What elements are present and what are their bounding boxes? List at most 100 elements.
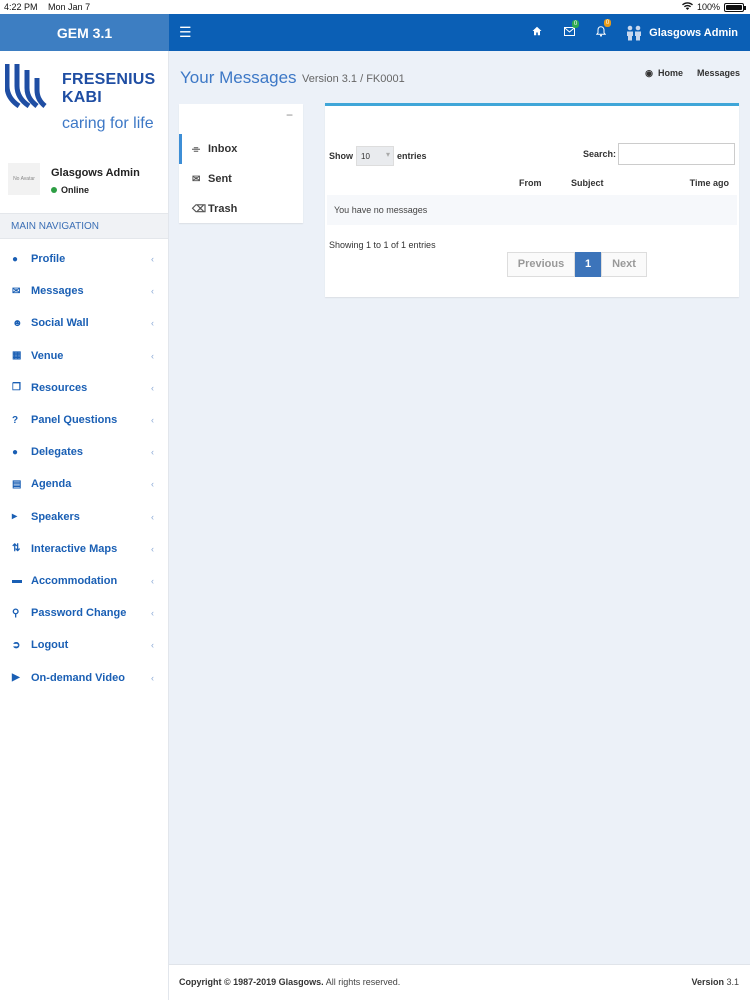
status-date: Mon Jan 7: [48, 2, 91, 12]
chevron-left-icon: ‹: [151, 608, 154, 619]
building-icon: ▦: [12, 350, 22, 362]
column-subject[interactable]: Subject: [571, 178, 604, 188]
notifications-badge: 0: [603, 18, 612, 27]
messages-nav-icon[interactable]: 0: [553, 19, 585, 39]
column-time-ago[interactable]: Time ago: [690, 178, 729, 188]
envelope-icon: ✉: [12, 285, 21, 297]
version-value: 3.1: [723, 977, 739, 987]
inbox-icon: ⌯: [192, 143, 200, 155]
sidebar-item-agenda[interactable]: ▤ Agenda ‹: [0, 468, 168, 500]
dashboard-icon: ◉: [645, 68, 653, 78]
page-title: Your Messages: [180, 68, 297, 87]
folder-list: ⌯ Inbox ✉ Sent ⌫ Trash: [179, 134, 303, 224]
ios-status-bar: 4:22 PM Mon Jan 7 100%: [0, 0, 750, 14]
sidebar-item-social-wall[interactable]: ☻ Social Wall ‹: [0, 307, 168, 339]
footer-version: Version 3.1: [691, 977, 739, 987]
copyright-bold: Copyright © 1987-2019 Glasgows.: [179, 977, 324, 987]
chevron-left-icon: ‹: [151, 640, 154, 651]
pagination: Previous 1 Next: [507, 252, 647, 277]
breadcrumb-home[interactable]: ◉ Home: [645, 68, 683, 79]
bed-icon: ▬: [12, 575, 22, 587]
calendar-icon: ▤: [12, 478, 22, 490]
content-header: Your Messages Version 3.1 / FK0001 ◉ Hom…: [180, 66, 740, 92]
sidebar-item-profile[interactable]: ● Profile ‹: [0, 243, 168, 275]
brand-logo[interactable]: GEM 3.1: [0, 14, 169, 51]
copyright: Copyright © 1987-2019 Glasgows. All righ…: [179, 977, 400, 987]
header-user-name: Glasgows Admin: [649, 26, 738, 39]
table-empty-row: You have no messages: [327, 195, 737, 225]
chevron-left-icon: ‹: [151, 672, 154, 683]
chevron-left-icon: ‹: [151, 479, 154, 490]
sidebar-item-speakers[interactable]: ▸ Speakers ‹: [0, 501, 168, 533]
youtube-icon: ▶: [12, 672, 20, 684]
sidebar-item-panel-questions[interactable]: ? Panel Questions ‹: [0, 404, 168, 436]
table-header: From Subject Time ago: [329, 176, 735, 192]
navbar: ☰ 0 0 Glasgows Admin: [169, 14, 750, 51]
sidebar-item-interactive-maps[interactable]: ⇅ Interactive Maps ‹: [0, 533, 168, 565]
avatar: No Avatar: [8, 163, 40, 195]
sidebar-item-accommodation[interactable]: ▬ Accommodation ‹: [0, 565, 168, 597]
chevron-left-icon: ‹: [151, 286, 154, 297]
chevron-left-icon: ‹: [151, 254, 154, 265]
footer: Copyright © 1987-2019 Glasgows. All righ…: [169, 964, 750, 1000]
breadcrumb: ◉ Home Messages: [645, 68, 740, 79]
page-1-button[interactable]: 1: [575, 252, 601, 277]
status-time: 4:22 PM: [4, 2, 38, 12]
chevron-left-icon: ‹: [151, 511, 154, 522]
collapse-button[interactable]: −: [286, 108, 293, 122]
column-from[interactable]: From: [519, 178, 542, 188]
sign-out-icon: ➲: [12, 639, 21, 651]
key-icon: ⚲: [12, 607, 20, 619]
table-info: Showing 1 to 1 of 1 entries: [329, 240, 436, 250]
entries-label: entries: [397, 151, 427, 161]
sidebar-item-messages[interactable]: ✉ Messages ‹: [0, 275, 168, 307]
sidebar-item-venue[interactable]: ▦ Venue ‹: [0, 340, 168, 372]
page-size-control: Show 10 entries: [329, 146, 427, 166]
signpost-icon: ⇅: [12, 543, 21, 555]
home-icon[interactable]: [521, 26, 553, 39]
fresenius-kabi-logo: FRESENIUS KABI caring for life: [0, 51, 168, 141]
users-icon: ☻: [12, 317, 23, 329]
breadcrumb-current: Messages: [696, 68, 740, 78]
logo-line-2: KABI: [62, 89, 102, 106]
sidebar-item-logout[interactable]: ➲ Logout ‹: [0, 629, 168, 661]
sidebar-item-on-demand-video[interactable]: ▶ On-demand Video ‹: [0, 661, 168, 693]
chevron-left-icon: ‹: [151, 575, 154, 586]
chevron-left-icon: ‹: [151, 318, 154, 329]
sidebar-item-delegates[interactable]: ● Delegates ‹: [0, 436, 168, 468]
users-icon: [625, 25, 643, 41]
user-menu[interactable]: Glasgows Admin: [617, 25, 750, 41]
search-label: Search:: [582, 149, 616, 159]
sidebar-item-resources[interactable]: ❐ Resources ‹: [0, 372, 168, 404]
show-label: Show: [329, 151, 353, 161]
online-dot-icon: [51, 187, 57, 193]
envelope-icon: ✉: [192, 173, 201, 185]
wifi-icon: [681, 2, 693, 12]
messages-badge: 0: [571, 19, 580, 28]
messages-box: Show 10 entries Search: From Subject Tim…: [325, 103, 739, 297]
page-size-select[interactable]: 10: [356, 146, 394, 166]
sidebar-toggle-icon[interactable]: ☰: [179, 24, 192, 41]
folder-trash[interactable]: ⌫ Trash: [179, 194, 303, 224]
folder-inbox[interactable]: ⌯ Inbox: [179, 134, 303, 164]
page-subtitle: Version 3.1 / FK0001: [302, 73, 405, 85]
search-input[interactable]: [618, 143, 735, 165]
main-navigation-header: MAIN NAVIGATION: [0, 213, 168, 239]
user-icon: ●: [12, 446, 19, 458]
sidebar-item-password-change[interactable]: ⚲ Password Change ‹: [0, 597, 168, 629]
logo-tagline: caring for life: [62, 115, 154, 132]
search-control: Search:: [583, 143, 735, 165]
user-icon: ●: [12, 253, 19, 265]
bell-icon[interactable]: 0: [585, 18, 617, 40]
copyright-rest: All rights reserved.: [323, 977, 401, 987]
chevron-left-icon: ‹: [151, 543, 154, 554]
previous-page-button[interactable]: Previous: [507, 252, 575, 277]
battery-icon: [724, 2, 746, 12]
folder-sent[interactable]: ✉ Sent: [179, 164, 303, 194]
copy-icon: ❐: [12, 382, 21, 394]
chevron-left-icon: ‹: [151, 350, 154, 361]
chevron-left-icon: ‹: [151, 447, 154, 458]
logo-line-1: FRESENIUS: [62, 71, 156, 88]
user-panel: No Avatar Glasgows Admin Online: [0, 155, 168, 213]
next-page-button[interactable]: Next: [601, 252, 647, 277]
